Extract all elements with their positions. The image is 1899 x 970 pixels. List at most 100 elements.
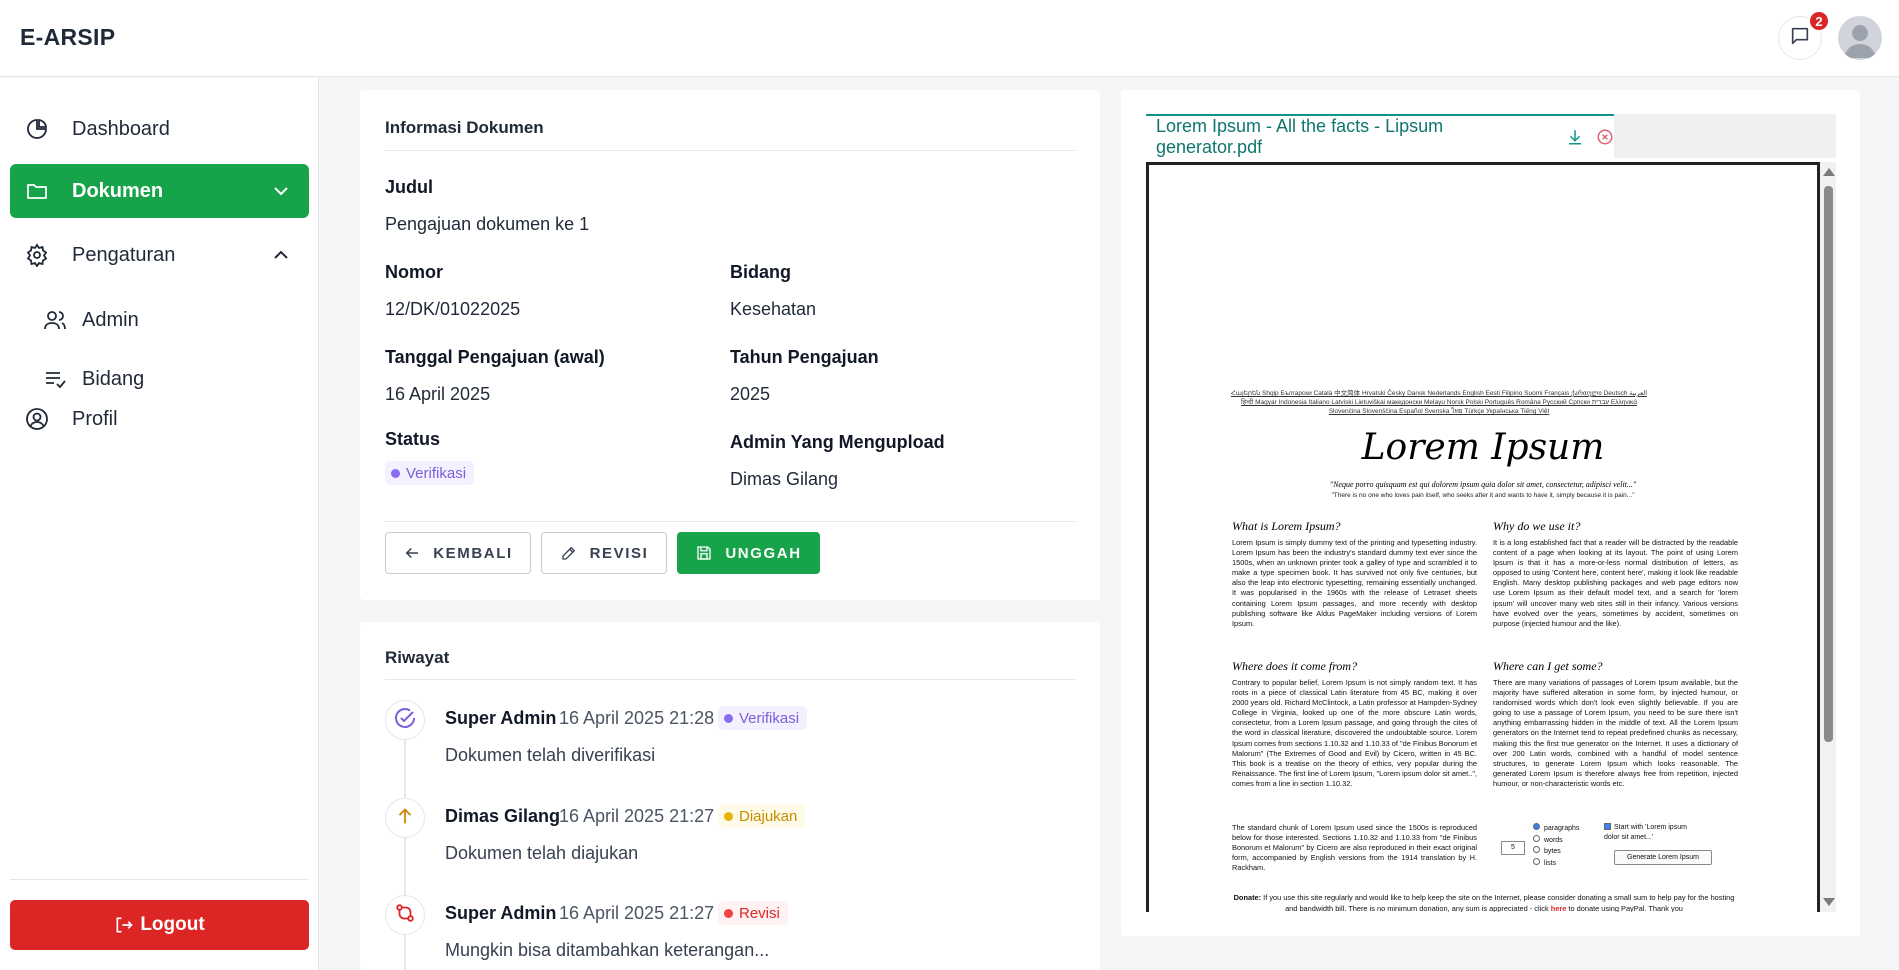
pdf-paragraph: There are many variations of passages of… [1493,678,1738,788]
sidebar-item-label: Pengaturan [72,243,176,266]
pdf-quote: "Neque porro quisquam est qui dolorem ip… [1329,480,1637,489]
scroll-down-arrow[interactable] [1823,898,1835,906]
status-badge: Verifikasi [385,461,475,485]
amount-input[interactable]: 5 [1501,841,1525,855]
tanggal-label: Tanggal Pengajuan (awal) [385,347,605,367]
donate-label: Donate: [1233,893,1262,902]
sidebar-item-dashboard[interactable]: Dashboard [10,102,309,156]
admin-label: Admin Yang Mengupload [730,432,945,452]
history-description: Mungkin bisa ditambahkan keterangan... [445,940,770,960]
judul-value: Pengajuan dokumen ke 1 [385,214,590,234]
logout-button[interactable]: Logout [10,900,309,950]
arrow-up-icon [394,805,416,832]
logout-label: Logout [140,914,205,935]
scroll-up-arrow[interactable] [1823,168,1835,176]
pdf-paragraph: Contrary to popular belief, Lorem Ipsum … [1232,678,1477,788]
upload-button[interactable]: UNGGAH [677,532,820,574]
logout-icon [114,915,134,935]
user-avatar[interactable] [1838,16,1882,60]
sidebar-item-pengaturan[interactable]: Pengaturan [10,228,309,282]
history-description: Dokumen telah diajukan [445,843,639,863]
chat-icon [1789,25,1811,52]
status-dot [724,908,733,918]
status-dot [724,713,733,723]
check-circle-icon [393,706,417,735]
sidebar-divider [10,879,309,880]
radio-option[interactable]: paragraphs [1533,823,1579,835]
donate-tail: to donate using PayPal. Thank you [1568,903,1683,913]
donate-link[interactable]: here [1551,904,1567,913]
timeline-marker [385,798,425,838]
git-compare-icon [394,902,416,929]
card-title: Informasi Dokumen [385,118,544,137]
radio-option[interactable]: lists [1533,857,1579,870]
pie-chart-icon [24,116,50,142]
pdf-paragraph: It is a long established fact that a rea… [1493,538,1738,628]
revise-label: REVISI [589,544,649,562]
nomor-value: 12/DK/01022025 [385,299,521,319]
checkbox-box[interactable] [1604,823,1611,830]
history-date: 16 April 2025 21:28 [559,708,715,728]
pdf-donate: Donate: If you use this site regularly a… [1231,893,1737,912]
sidebar-item-label: Bidang [82,367,145,390]
pdf-heading: What is Lorem Ipsum? [1232,519,1341,533]
pdf-paragraph: Lorem Ipsum is simply dummy text of the … [1232,538,1477,628]
document-tab[interactable]: Lorem Ipsum - All the facts - Lipsum gen… [1146,114,1614,158]
pdf-language-list: Հայերեն Shqip ‫العربية Български Català … [1230,390,1648,415]
revise-button[interactable]: REVISI [541,532,667,574]
notification-badge: 2 [1808,10,1830,32]
status-dot [724,811,733,821]
history-status-badge: Revisi [718,901,788,925]
unit-radio-group[interactable]: paragraphs words bytes lists [1533,823,1579,869]
radio-option[interactable]: bytes [1533,846,1579,858]
sidebar-item-label: Profil [72,407,118,430]
pdf-paragraph: The standard chunk of Lorem Ipsum used s… [1232,823,1477,873]
download-icon[interactable] [1566,128,1584,146]
user-circle-icon [24,406,50,432]
start-with-checkbox[interactable]: Start with 'Lorem ipsum dolor sit amet..… [1604,823,1704,843]
history-user: Super Admin [445,708,557,728]
users-icon [42,307,68,333]
bidang-label: Bidang [730,262,791,282]
save-icon [695,544,713,562]
pdf-title: Lorem Ipsum [1361,427,1605,468]
checkbox-label: Start with 'Lorem ipsum dolor sit amet..… [1604,824,1687,841]
sidebar-item-profil[interactable]: Profil [10,392,309,446]
admin-value: Dimas Gilang [730,469,839,489]
sidebar-item-label: Admin [82,308,139,331]
timeline-marker [385,895,425,935]
generate-button[interactable]: Generate Lorem Ipsum [1614,850,1712,865]
divider [385,521,1075,522]
radio-label: bytes [1544,848,1561,855]
history-date: 16 April 2025 21:27 [559,806,715,826]
sidebar-item-admin[interactable]: Admin [42,300,139,340]
back-label: KEMBALI [433,544,513,562]
tahun-label: Tahun Pengajuan [730,347,879,367]
timeline-marker [385,700,425,740]
list-check-icon [42,366,68,392]
close-circle-icon[interactable] [1596,128,1614,146]
sidebar-item-dokumen[interactable]: Dokumen [10,164,309,218]
back-button[interactable]: KEMBALI [385,532,531,574]
brand-logo[interactable]: E-ARSIP [20,24,115,51]
radio-label: words [1544,836,1563,844]
status-dot [391,468,400,478]
divider [385,679,1075,680]
pdf-heading: Where does it come from? [1232,659,1358,673]
pdf-page[interactable]: Հայերեն Shqip ‫العربية Български Català … [1146,162,1820,912]
radio-label: lists [1544,859,1557,867]
status-text: Diajukan [739,807,798,825]
nomor-label: Nomor [385,262,443,282]
radio-option[interactable]: words [1533,834,1579,847]
document-info-card [360,90,1100,600]
divider [385,150,1075,151]
chevron-up-icon [271,245,291,265]
radio-label: paragraphs [1544,825,1580,832]
history-user: Dimas Gilang [445,806,561,826]
pencil-icon [560,544,578,562]
scrollbar-thumb[interactable] [1824,186,1833,742]
history-description: Dokumen telah diverifikasi [445,745,656,765]
pdf-heading: Where can I get some? [1493,659,1603,673]
upload-label: UNGGAH [725,544,802,562]
history-date: 16 April 2025 21:27 [559,903,715,923]
